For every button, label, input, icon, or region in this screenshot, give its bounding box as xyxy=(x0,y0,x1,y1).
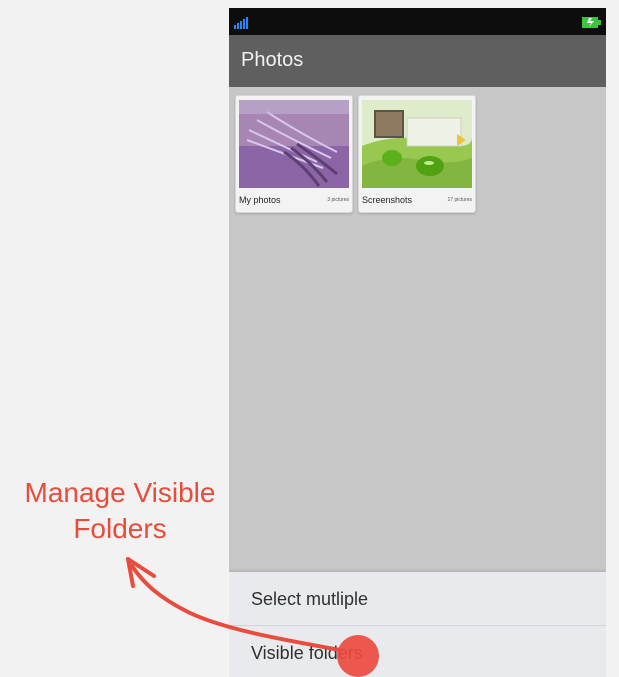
app-title: Photos xyxy=(241,49,304,71)
signal-icon xyxy=(234,17,248,29)
album-card-my-photos[interactable]: My photos 3 pictures xyxy=(235,95,353,213)
app-bar: Photos xyxy=(229,35,606,88)
screenshot-photo-thumbnail xyxy=(362,100,472,188)
album-name: My photos xyxy=(239,194,281,205)
battery-icon xyxy=(582,17,601,28)
annotation-line-1: Manage Visible xyxy=(24,477,216,508)
album-grid: My photos 3 pictures Screenshots 17 pict… xyxy=(229,87,606,572)
annotation-arrowhead xyxy=(126,557,156,588)
select-multiple-menu-item[interactable]: Select mutliple xyxy=(229,574,606,626)
status-bar xyxy=(229,8,606,35)
album-caption: My photos 3 pictures xyxy=(239,191,349,208)
album-card-screenshots[interactable]: Screenshots 17 pictures xyxy=(358,95,476,213)
album-count: 3 pictures xyxy=(327,196,349,203)
album-caption: Screenshots 17 pictures xyxy=(362,191,472,208)
album-count: 17 pictures xyxy=(447,196,472,203)
bottom-menu: Select mutliple Visible folders xyxy=(229,572,606,677)
tap-indicator xyxy=(337,635,379,677)
phone-screen: Photos My photos 3 pictures Screenshots … xyxy=(229,8,606,677)
album-name: Screenshots xyxy=(362,194,413,205)
visible-folders-menu-item[interactable]: Visible folders xyxy=(229,627,606,677)
annotation-label: Manage Visible Folders xyxy=(2,475,238,547)
annotation-line-2: Folders xyxy=(73,513,167,544)
lavender-photo-thumbnail xyxy=(239,100,349,188)
